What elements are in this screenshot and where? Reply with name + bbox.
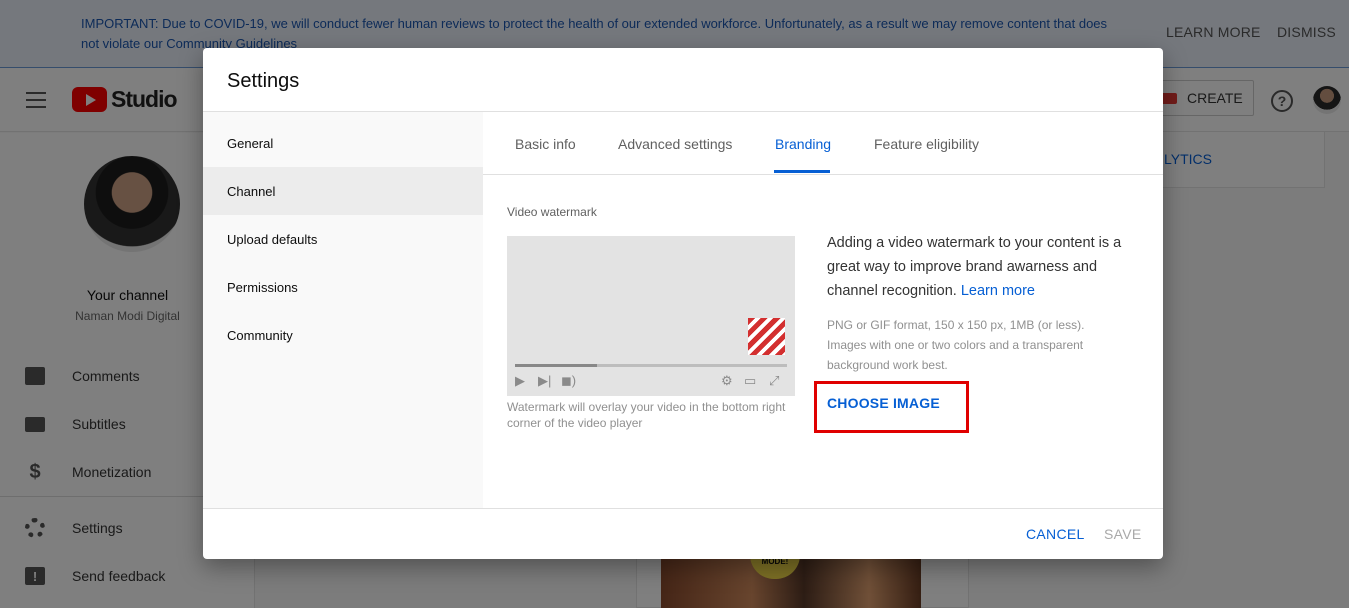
fullscreen-icon: ⤢: [769, 373, 780, 388]
settings-nav-upload-defaults[interactable]: Upload defaults: [203, 215, 483, 263]
footer-divider: [203, 508, 1163, 509]
next-icon: ▶|: [538, 373, 552, 388]
preview-progress-fill: [515, 364, 597, 367]
settings-nav: General Channel Upload defaults Permissi…: [203, 112, 483, 508]
tab-basic-info[interactable]: Basic info: [515, 112, 576, 175]
save-button[interactable]: SAVE: [1104, 526, 1142, 542]
tab-branding[interactable]: Branding: [775, 112, 831, 175]
settings-dialog: Settings General Channel Upload defaults…: [203, 48, 1163, 559]
watermark-preview: ▶ ▶| ◼) ⚙ ▭ ⤢: [507, 236, 795, 396]
gear-icon: ⚙: [721, 373, 733, 388]
preview-caption: Watermark will overlay your video in the…: [507, 400, 786, 430]
settings-nav-community[interactable]: Community: [203, 311, 483, 359]
section-label: Video watermark: [507, 205, 597, 219]
watermark-placeholder: [748, 318, 785, 355]
channel-tabs: Basic info Advanced settings Branding Fe…: [483, 112, 1163, 175]
volume-icon: ◼): [561, 373, 577, 388]
learn-more-link[interactable]: Learn more: [961, 283, 1035, 299]
tab-feature-eligibility[interactable]: Feature eligibility: [874, 112, 979, 175]
theater-mode-icon: ▭: [744, 373, 757, 388]
cancel-button[interactable]: CANCEL: [1026, 526, 1085, 542]
play-icon: ▶: [515, 373, 525, 388]
watermark-description: Adding a video watermark to your content…: [827, 231, 1127, 303]
tab-advanced-settings[interactable]: Advanced settings: [618, 112, 732, 175]
dialog-title: Settings: [227, 70, 300, 92]
settings-nav-permissions[interactable]: Permissions: [203, 263, 483, 311]
settings-nav-general[interactable]: General: [203, 119, 483, 167]
active-tab-indicator: [774, 170, 830, 173]
settings-nav-channel[interactable]: Channel: [203, 167, 483, 215]
image-requirements: PNG or GIF format, 150 x 150 px, 1MB (or…: [827, 318, 1085, 372]
preview-progress-bar: [515, 364, 787, 367]
choose-image-button[interactable]: CHOOSE IMAGE: [827, 395, 940, 411]
